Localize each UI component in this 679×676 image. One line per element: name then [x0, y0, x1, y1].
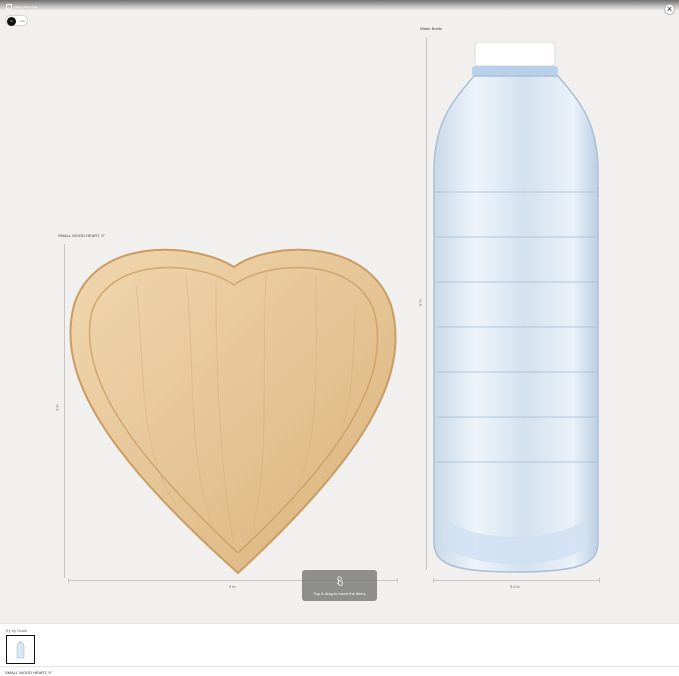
water-bottle-thumbnail[interactable] — [6, 635, 35, 664]
heart-width-label: 9 in — [229, 584, 236, 589]
selected-item-name: SMALL WOOD HEART, 9" — [5, 670, 52, 675]
bottle-height-label: 9 in — [417, 299, 423, 306]
top-bar — [0, 0, 679, 10]
tray-divider — [0, 666, 679, 667]
drag-hint: Tap & drag to move the items — [302, 570, 377, 601]
heart-height-line — [64, 244, 65, 578]
unit-centimeters-option[interactable]: cm — [18, 17, 27, 26]
bottle-thumbnail-icon — [16, 641, 25, 659]
item-label-heart: SMALL WOOD HEART, 9" — [58, 233, 105, 238]
unit-toggle[interactable]: in cm — [5, 15, 28, 26]
wood-heart-image[interactable] — [66, 245, 401, 577]
close-icon: × — [666, 4, 673, 14]
heart-width-tick-right — [397, 578, 398, 583]
drag-hint-text: Tap & drag to move the items — [313, 591, 366, 596]
touch-drag-icon — [337, 576, 343, 586]
bottle-width-tick-right — [599, 578, 600, 583]
bottle-width-label: 3.5 in — [510, 584, 520, 589]
heart-height-label: 9 in — [54, 404, 60, 411]
bottle-height-line — [426, 37, 427, 570]
brand-logo: Pottery Barn Kids — [6, 4, 37, 10]
logo-mark-icon — [6, 4, 12, 10]
bottom-tray: Try by Scale SMALL WOOD HEART, 9" — [0, 623, 679, 676]
unit-inches-option[interactable]: in — [7, 17, 16, 26]
heart-width-tick-left — [68, 578, 69, 583]
item-label-bottle: Water Bottle — [420, 26, 442, 31]
tray-title: Try by Scale — [5, 628, 28, 633]
logo-text: Pottery Barn Kids — [14, 4, 38, 9]
water-bottle-image[interactable] — [430, 42, 602, 574]
close-button[interactable]: × — [664, 4, 675, 15]
bottle-width-line — [433, 580, 600, 581]
bottle-width-tick-left — [433, 578, 434, 583]
